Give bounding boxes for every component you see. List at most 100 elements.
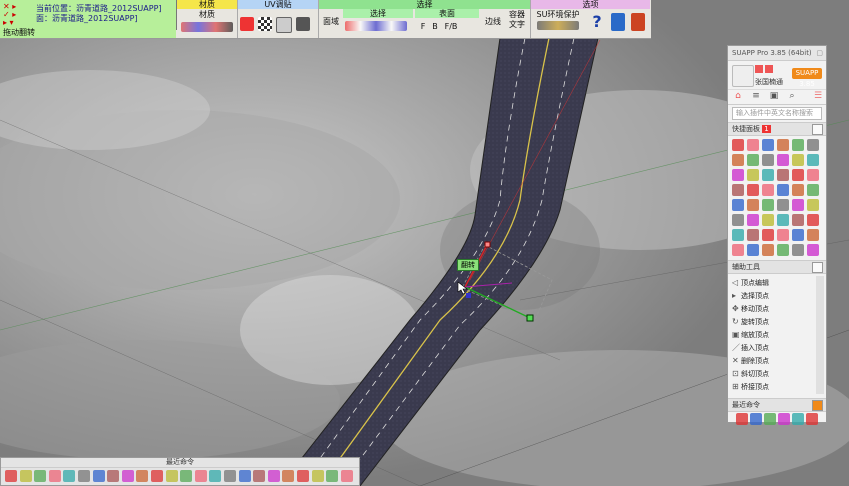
env-tools-icon[interactable] bbox=[537, 21, 579, 30]
aux-item[interactable]: ▸ 选择顶点 bbox=[732, 289, 769, 302]
recent-tool-icon[interactable] bbox=[209, 470, 222, 482]
eraser-icon[interactable] bbox=[296, 17, 310, 31]
recent-tool-icon[interactable] bbox=[107, 470, 120, 482]
plugin-tool-icon[interactable] bbox=[777, 229, 789, 241]
plugin-tool-icon[interactable] bbox=[747, 229, 759, 241]
recent-command-icon[interactable] bbox=[736, 413, 748, 425]
trash-icon[interactable] bbox=[611, 13, 625, 31]
recent-tool-icon[interactable] bbox=[326, 470, 339, 482]
plugin-tool-icon[interactable] bbox=[747, 244, 759, 256]
aux-tools-header[interactable]: 辅助工具 bbox=[728, 260, 826, 274]
recent-tool-icon[interactable] bbox=[180, 470, 193, 482]
plugin-tool-icon[interactable] bbox=[807, 154, 819, 166]
plugin-tool-icon[interactable] bbox=[807, 214, 819, 226]
plugin-tool-icon[interactable] bbox=[792, 154, 804, 166]
menu-icon[interactable]: ☰ bbox=[812, 91, 824, 102]
plugin-tool-icon[interactable] bbox=[792, 184, 804, 196]
uv-map-icon[interactable] bbox=[240, 17, 254, 31]
aux-item[interactable]: ▣缩放顶点 bbox=[732, 328, 769, 341]
plugin-tool-icon[interactable] bbox=[807, 244, 819, 256]
plugin-tool-icon[interactable] bbox=[807, 229, 819, 241]
plugin-tool-icon[interactable] bbox=[792, 214, 804, 226]
plugin-tool-icon[interactable] bbox=[792, 169, 804, 181]
surface-button[interactable]: 表面 bbox=[415, 9, 479, 18]
recent-tool-icon[interactable] bbox=[253, 470, 266, 482]
plugin-tool-icon[interactable] bbox=[732, 154, 744, 166]
plugin-tool-icon[interactable] bbox=[762, 139, 774, 151]
aux-item[interactable]: ◁ 顶点编辑 bbox=[732, 276, 769, 289]
help-icon[interactable]: ? bbox=[589, 11, 605, 31]
plugin-tool-icon[interactable] bbox=[762, 199, 774, 211]
plugin-tool-icon[interactable] bbox=[762, 229, 774, 241]
plugin-tool-icon[interactable] bbox=[747, 214, 759, 226]
recent-command-icon[interactable] bbox=[750, 413, 762, 425]
plugin-tool-icon[interactable] bbox=[777, 244, 789, 256]
plugin-tool-icon[interactable] bbox=[762, 154, 774, 166]
plugin-tool-icon[interactable] bbox=[732, 214, 744, 226]
plugin-tool-icon[interactable] bbox=[807, 184, 819, 196]
select-sub-button[interactable]: 选择 bbox=[343, 9, 413, 18]
aux-item[interactable]: ⊞ 桥接顶点 bbox=[732, 380, 769, 393]
material-button[interactable]: 材质 bbox=[177, 9, 237, 19]
recent-tool-icon[interactable] bbox=[194, 470, 207, 482]
plugin-tool-icon[interactable] bbox=[777, 199, 789, 211]
plugin-tool-icon[interactable] bbox=[762, 214, 774, 226]
recent-tool-icon[interactable] bbox=[238, 470, 251, 482]
checker-icon[interactable] bbox=[258, 17, 272, 31]
recent-tool-icon[interactable] bbox=[92, 470, 105, 482]
edge-button[interactable]: 边线 bbox=[483, 15, 503, 27]
recent-tool-icon[interactable] bbox=[19, 470, 32, 482]
aux-item[interactable]: ⊡ 斜切顶点 bbox=[732, 367, 769, 380]
aux-scrollbar[interactable] bbox=[816, 276, 824, 394]
recent-command-icon[interactable] bbox=[806, 413, 818, 425]
plugin-tool-icon[interactable] bbox=[762, 184, 774, 196]
recent-tool-icon[interactable] bbox=[297, 470, 309, 482]
plugin-tool-icon[interactable] bbox=[807, 169, 819, 181]
plugin-tool-icon[interactable] bbox=[747, 154, 759, 166]
plugin-tool-icon[interactable] bbox=[777, 154, 789, 166]
plugin-tool-icon[interactable] bbox=[732, 169, 744, 181]
plugin-tool-icon[interactable] bbox=[777, 139, 789, 151]
quick-panel-expand-icon[interactable] bbox=[812, 124, 823, 135]
recent-tool-icon[interactable] bbox=[136, 470, 149, 482]
info-controls[interactable]: ✕ ▸ ✓ ▸ ▸ ▾ bbox=[3, 3, 31, 27]
recent-command-icon[interactable] bbox=[778, 413, 790, 425]
recent-tool-icon[interactable] bbox=[224, 470, 236, 482]
plugin-tool-icon[interactable] bbox=[792, 229, 804, 241]
recent-expand-icon[interactable] bbox=[812, 400, 823, 411]
version-badge[interactable]: SUAPP 3.85 bbox=[792, 68, 822, 88]
avatar[interactable] bbox=[732, 65, 754, 87]
text-button[interactable]: 文字 bbox=[507, 19, 527, 29]
aux-item[interactable]: ↻ 旋转顶点 bbox=[732, 315, 769, 328]
plugin-tool-icon[interactable] bbox=[732, 244, 744, 256]
plugin-search-input[interactable]: 输入插件中英文名称搜索 bbox=[732, 107, 822, 120]
recent-tool-icon[interactable] bbox=[121, 470, 134, 482]
search-icon[interactable]: ⌕ bbox=[786, 91, 798, 102]
recent-tool-icon[interactable] bbox=[267, 470, 280, 482]
aux-tools-expand-icon[interactable] bbox=[812, 262, 823, 273]
plugin-tool-icon[interactable] bbox=[762, 244, 774, 256]
quick-panel-header[interactable]: 快捷面板 1 bbox=[728, 122, 826, 136]
plugin-tool-icon[interactable] bbox=[747, 139, 759, 151]
close-icon[interactable]: ▢ bbox=[816, 46, 823, 60]
recent-tool-icon[interactable] bbox=[78, 470, 90, 482]
user-badge2-icon[interactable] bbox=[765, 65, 773, 73]
recent-tool-icon[interactable] bbox=[48, 470, 61, 482]
recent-tool-icon[interactable] bbox=[311, 470, 324, 482]
recent-tool-icon[interactable] bbox=[282, 470, 295, 482]
aux-item[interactable]: ／插入顶点 bbox=[732, 341, 769, 354]
plugin-tool-icon[interactable] bbox=[792, 199, 804, 211]
material-tools-icon[interactable] bbox=[181, 22, 233, 32]
plugin-tool-icon[interactable] bbox=[792, 139, 804, 151]
box-icon[interactable]: ▣ bbox=[768, 91, 780, 102]
3d-viewport[interactable] bbox=[0, 0, 849, 486]
surface-fb[interactable]: F/B bbox=[443, 21, 459, 31]
surface-b[interactable]: B bbox=[431, 21, 439, 31]
box-map-icon[interactable] bbox=[276, 17, 292, 33]
plugin-tool-icon[interactable] bbox=[747, 199, 759, 211]
aux-item[interactable]: ✕ 删除顶点 bbox=[732, 354, 769, 367]
home-icon[interactable]: ⌂ bbox=[732, 91, 744, 102]
recent-tool-icon[interactable] bbox=[34, 470, 47, 482]
recent-tool-icon[interactable] bbox=[151, 470, 163, 482]
container-button[interactable]: 容器 bbox=[507, 9, 527, 19]
